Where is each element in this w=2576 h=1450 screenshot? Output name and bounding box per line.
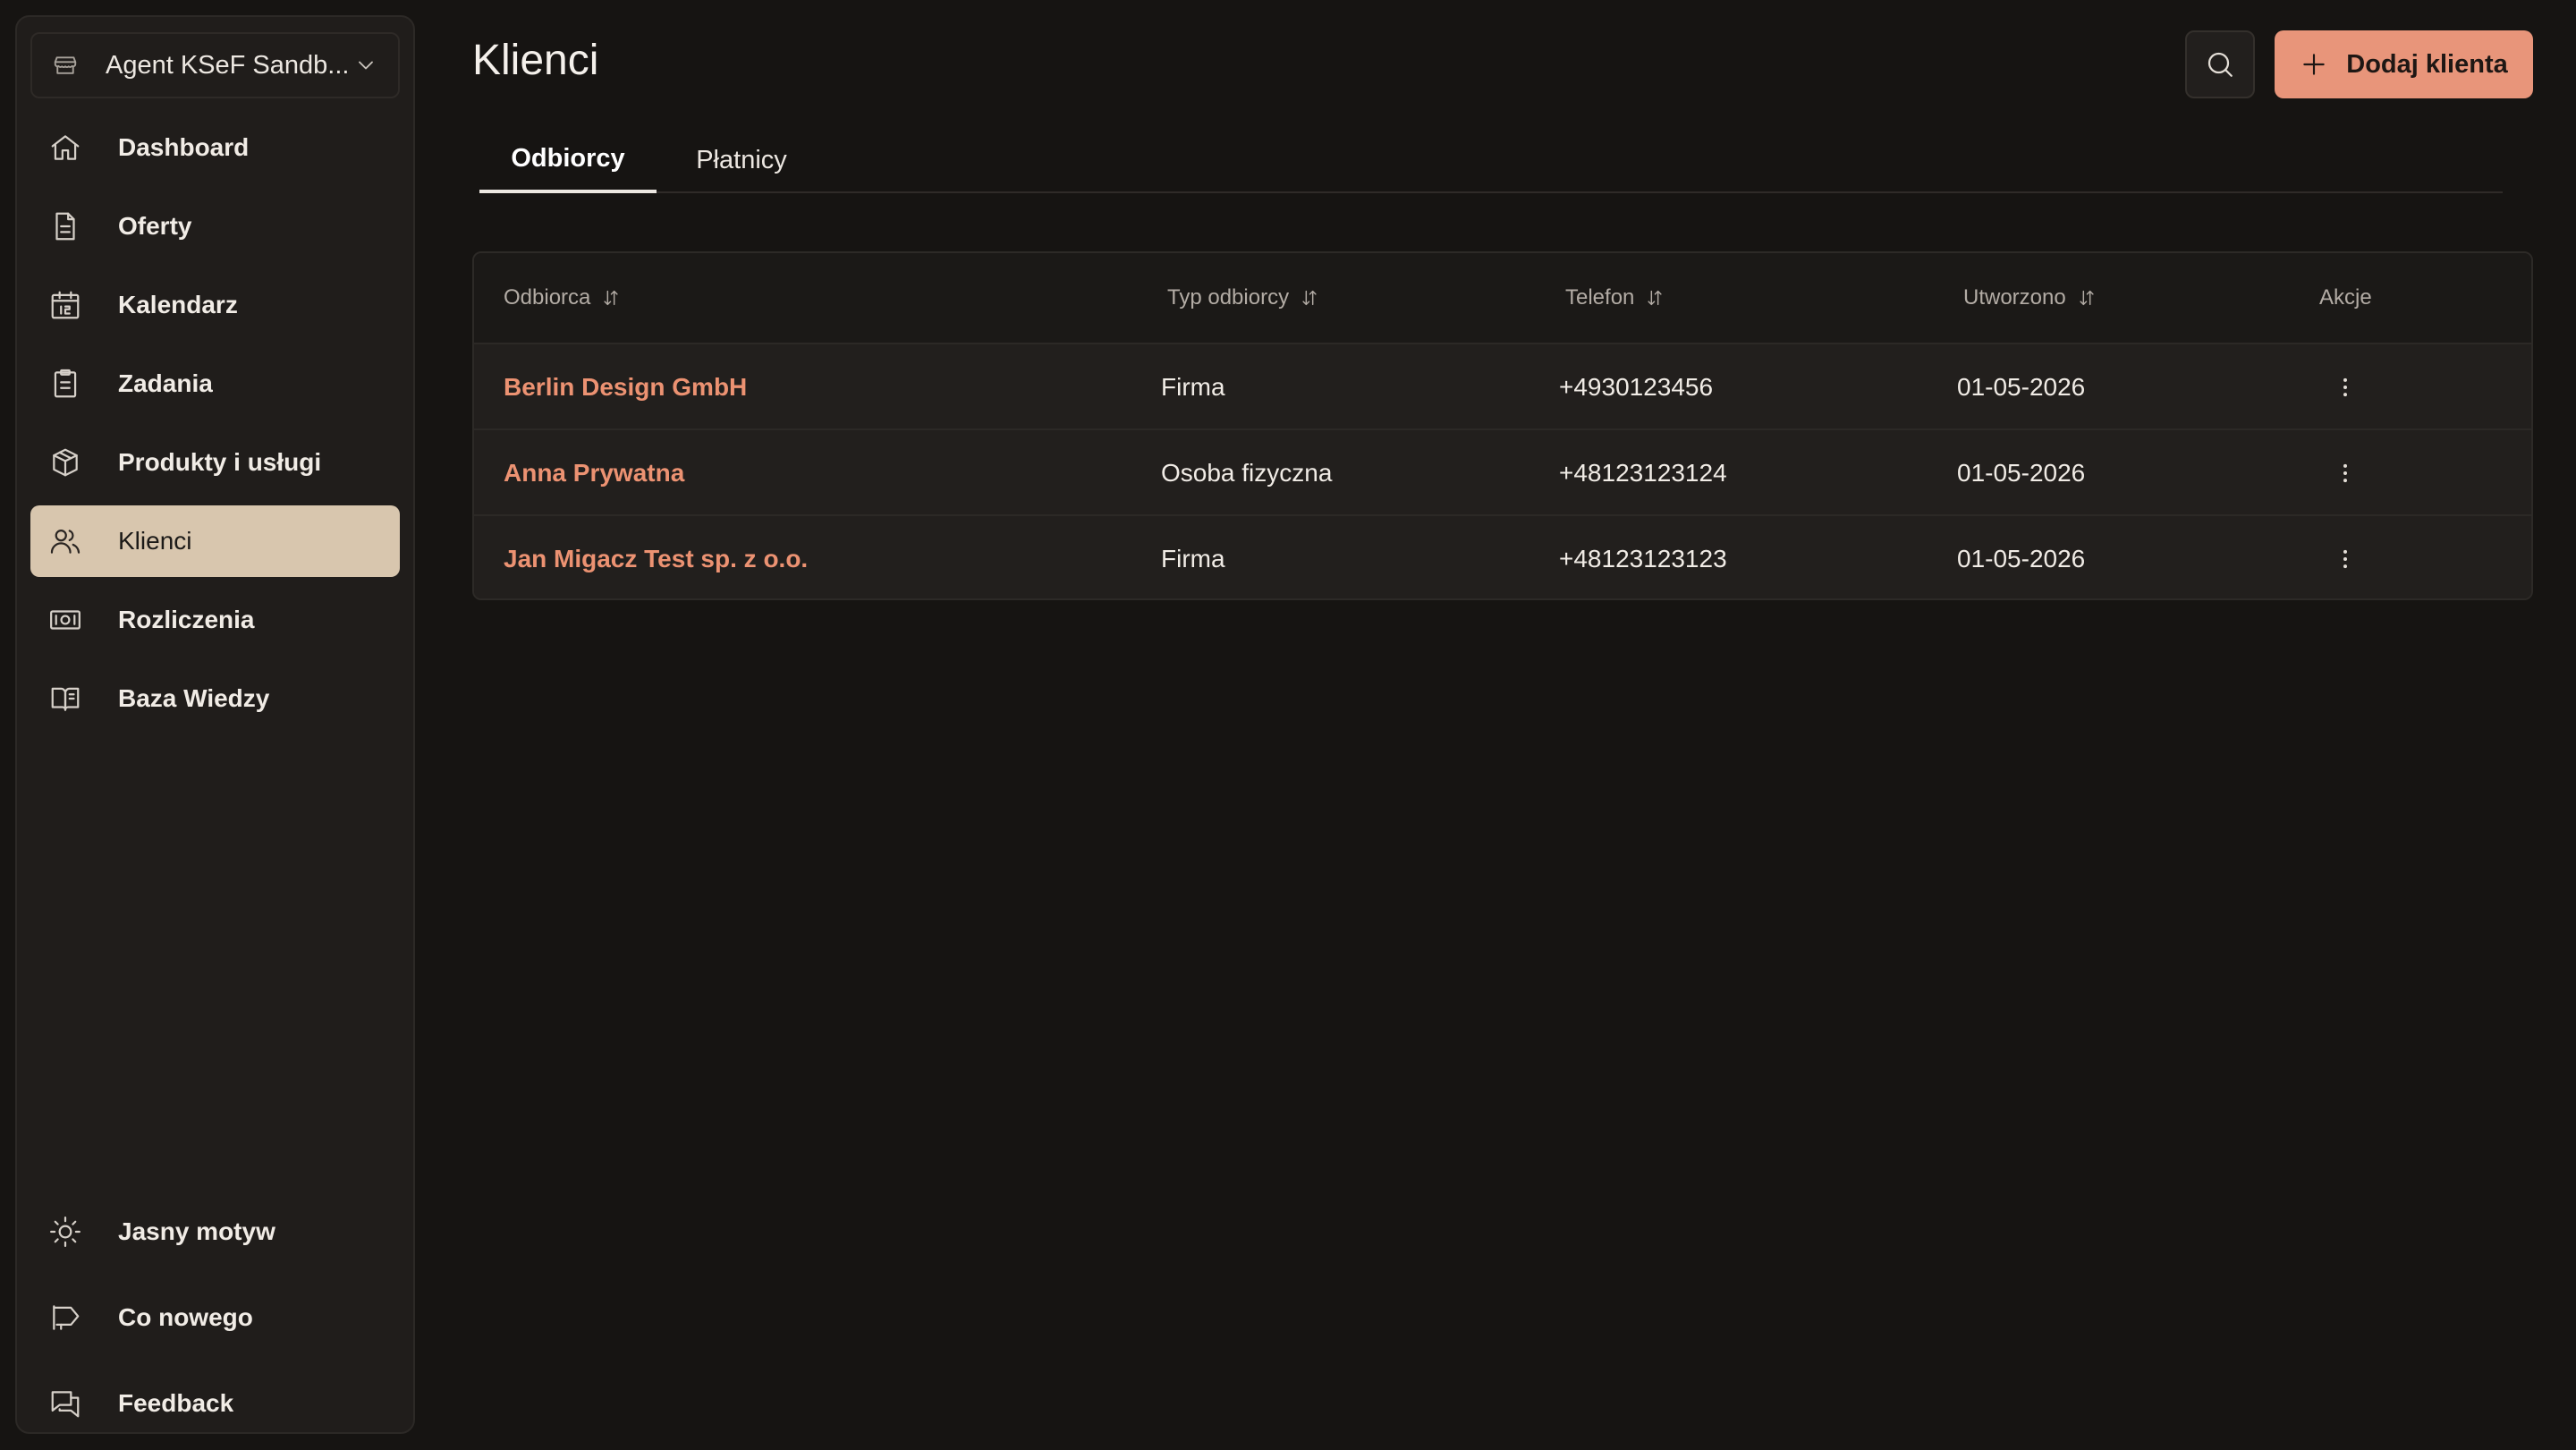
sidebar-item-label: Co nowego xyxy=(118,1303,253,1331)
client-phone: +48123123123 xyxy=(1559,545,1727,572)
sidebar-item-label: Dashboard xyxy=(118,133,250,161)
column-label: Utworzono xyxy=(1963,285,2066,310)
add-client-button[interactable]: Dodaj klienta xyxy=(2275,30,2533,98)
row-actions-button[interactable] xyxy=(2327,516,2363,598)
table-row: Berlin Design GmbH Firma +4930123456 01-… xyxy=(474,343,2531,428)
sidebar-item-baza-wiedzy[interactable]: Baza Wiedzy xyxy=(30,663,400,734)
search-button[interactable] xyxy=(2185,30,2255,98)
client-phone: +4930123456 xyxy=(1559,373,1714,401)
calendar-icon xyxy=(48,288,82,322)
clipboard-icon xyxy=(48,367,82,401)
sidebar-item-label: Rozliczenia xyxy=(118,606,255,633)
table-row: Anna Prywatna Osoba fizyczna +4812312312… xyxy=(474,428,2531,514)
more-vertical-icon xyxy=(2332,460,2359,487)
clients-table: Odbiorca Typ odbiorcy Telefon Utworzono … xyxy=(472,251,2533,600)
tab-platnicy[interactable]: Płatnicy xyxy=(674,127,809,193)
client-name-link[interactable]: Berlin Design GmbH xyxy=(504,344,747,430)
chat-icon xyxy=(48,1386,82,1420)
search-icon xyxy=(2204,48,2236,81)
column-label: Akcje xyxy=(2319,285,2372,310)
sidebar-item-label: Klienci xyxy=(118,527,192,555)
sort-icon[interactable] xyxy=(601,288,621,308)
theme-toggle[interactable]: Jasny motyw xyxy=(30,1192,400,1271)
client-type: Firma xyxy=(1161,373,1225,401)
sidebar-item-produkty[interactable]: Produkty i usługi xyxy=(30,427,400,498)
sun-icon xyxy=(48,1215,82,1249)
sidebar-item-rozliczenia[interactable]: Rozliczenia xyxy=(30,584,400,656)
plus-icon xyxy=(2300,50,2328,79)
users-icon xyxy=(48,524,82,558)
column-header-odbiorca: Odbiorca xyxy=(504,253,621,343)
sidebar-item-label: Produkty i usługi xyxy=(118,448,322,476)
sidebar-item-label: Feedback xyxy=(118,1389,234,1417)
client-created: 01-05-2026 xyxy=(1957,459,2086,487)
sidebar-item-label: Oferty xyxy=(118,212,192,240)
table-header: Odbiorca Typ odbiorcy Telefon Utworzono … xyxy=(474,253,2531,343)
whats-new-link[interactable]: Co nowego xyxy=(30,1278,400,1357)
home-icon xyxy=(48,131,82,165)
sidebar-footer: Jasny motyw Co nowego Feedback xyxy=(30,1192,400,1450)
sort-icon[interactable] xyxy=(1300,288,1319,308)
client-created: 01-05-2026 xyxy=(1957,545,2086,572)
column-header-typ-odbiorcy: Typ odbiorcy xyxy=(1167,253,1319,343)
sidebar-item-label: Zadania xyxy=(118,369,213,397)
column-header-utworzono: Utworzono xyxy=(1963,253,2097,343)
book-open-icon xyxy=(48,682,82,716)
add-client-label: Dodaj klienta xyxy=(2346,49,2508,79)
column-label: Typ odbiorcy xyxy=(1167,285,1290,310)
sidebar-item-zadania[interactable]: Zadania xyxy=(30,348,400,420)
column-header-akcje: Akcje xyxy=(2319,253,2372,343)
sidebar-item-dashboard[interactable]: Dashboard xyxy=(30,112,400,183)
row-actions-button[interactable] xyxy=(2327,344,2363,430)
sidebar-item-kalendarz[interactable]: Kalendarz xyxy=(30,269,400,341)
document-icon xyxy=(48,209,82,243)
row-actions-button[interactable] xyxy=(2327,430,2363,516)
page-title: Klienci xyxy=(472,37,599,84)
column-header-telefon: Telefon xyxy=(1565,253,1665,343)
more-vertical-icon xyxy=(2332,546,2359,572)
sidebar-item-label: Jasny motyw xyxy=(118,1217,275,1245)
package-icon xyxy=(48,445,82,479)
tab-odbiorcy[interactable]: Odbiorcy xyxy=(479,127,657,193)
store-icon xyxy=(52,52,79,79)
sidebar: Agent KSeF Sandb... Dashboard Oferty Kal… xyxy=(15,15,415,1434)
sidebar-item-label: Baza Wiedzy xyxy=(118,684,270,712)
client-type: Firma xyxy=(1161,545,1225,572)
chevron-down-icon xyxy=(353,53,378,78)
client-created: 01-05-2026 xyxy=(1957,373,2086,401)
client-name-link[interactable]: Jan Migacz Test sp. z o.o. xyxy=(504,516,808,598)
sort-icon[interactable] xyxy=(1645,288,1665,308)
client-type: Osoba fizyczna xyxy=(1161,459,1333,487)
table-row: Jan Migacz Test sp. z o.o. Firma +481231… xyxy=(474,514,2531,598)
client-name-link[interactable]: Anna Prywatna xyxy=(504,430,684,516)
more-vertical-icon xyxy=(2332,374,2359,401)
sort-icon[interactable] xyxy=(2077,288,2097,308)
organization-switcher[interactable]: Agent KSeF Sandb... xyxy=(30,32,400,98)
client-tabs: Odbiorcy Płatnicy xyxy=(479,127,2503,193)
column-label: Telefon xyxy=(1565,285,1635,310)
organization-name: Agent KSeF Sandb... xyxy=(106,50,350,80)
main-navigation: Dashboard Oferty Kalendarz Zadania Produ… xyxy=(30,112,400,742)
sidebar-item-klienci[interactable]: Klienci xyxy=(30,505,400,577)
client-phone: +48123123124 xyxy=(1559,459,1727,487)
banknote-icon xyxy=(48,603,82,637)
sidebar-item-label: Kalendarz xyxy=(118,291,238,318)
sidebar-item-oferty[interactable]: Oferty xyxy=(30,191,400,262)
column-label: Odbiorca xyxy=(504,285,591,310)
megaphone-icon xyxy=(48,1301,82,1335)
feedback-link[interactable]: Feedback xyxy=(30,1364,400,1443)
